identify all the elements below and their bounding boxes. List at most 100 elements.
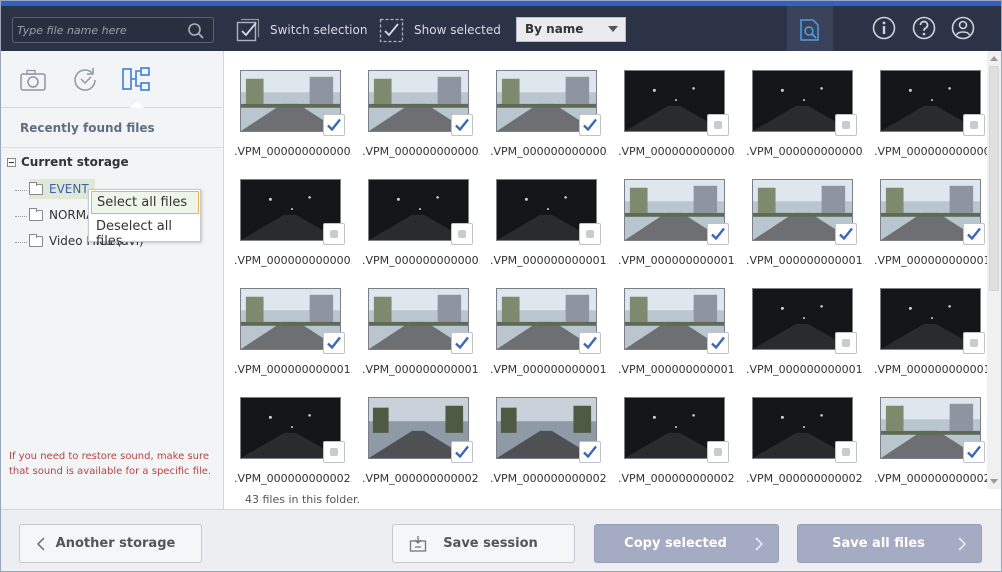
file-tile[interactable]: .VPM_000000000000... xyxy=(611,51,739,158)
file-name: .VPM_000000000002... xyxy=(234,472,352,485)
file-tile[interactable]: .VPM_000000000001... xyxy=(611,269,739,376)
file-checkbox[interactable] xyxy=(579,441,601,463)
show-selected-label: Show selected xyxy=(414,23,501,37)
save-session-button[interactable]: Save session xyxy=(392,524,575,563)
file-name: .VPM_000000000001... xyxy=(490,363,608,376)
tree-root-label: Current storage xyxy=(21,155,129,169)
scroll-down-arrow[interactable] xyxy=(990,479,998,484)
file-checkbox[interactable] xyxy=(579,114,601,136)
file-checkbox[interactable] xyxy=(835,441,857,463)
file-tile[interactable]: .VPM_000000000000... xyxy=(867,51,987,158)
file-checkbox[interactable] xyxy=(451,223,473,245)
file-name: .VPM_000000000001... xyxy=(362,363,480,376)
file-tile[interactable]: .VPM_000000000002... xyxy=(611,378,739,485)
help-icon[interactable] xyxy=(912,16,936,40)
another-storage-label: Another storage xyxy=(55,536,176,551)
file-tile[interactable]: .VPM_000000000001... xyxy=(483,269,611,376)
switch-selection-button[interactable]: Switch selection xyxy=(236,16,367,44)
file-tile[interactable]: .VPM_000000000001... xyxy=(483,160,611,267)
file-checkbox[interactable] xyxy=(707,223,729,245)
folder-icon xyxy=(29,181,43,195)
vertical-scrollbar[interactable] xyxy=(987,51,1001,489)
file-name: .VPM_000000000002... xyxy=(746,472,864,485)
file-name: .VPM_000000000002... xyxy=(874,472,987,485)
file-tile[interactable]: .VPM_000000000001... xyxy=(355,269,483,376)
file-tile[interactable]: .VPM_000000000002... xyxy=(739,378,867,485)
tree-root-current-storage[interactable]: Current storage xyxy=(7,155,129,169)
select-all-files-menu-item[interactable]: Select all files xyxy=(91,191,199,214)
file-name: .VPM_000000000001... xyxy=(490,254,608,267)
switch-selection-icon xyxy=(236,18,260,42)
file-name: .VPM_000000000001... xyxy=(746,363,864,376)
file-tile[interactable]: .VPM_000000000000... xyxy=(227,51,355,158)
file-tile[interactable]: .VPM_000000000000... xyxy=(227,160,355,267)
history-clock-icon[interactable] xyxy=(70,65,100,95)
file-checkbox[interactable] xyxy=(707,332,729,354)
file-checkbox[interactable] xyxy=(451,332,473,354)
file-tile[interactable]: .VPM_000000000000... xyxy=(483,51,611,158)
file-checkbox[interactable] xyxy=(323,441,345,463)
file-tile[interactable]: .VPM_000000000002... xyxy=(867,378,987,485)
tree-view-icon[interactable] xyxy=(121,65,151,95)
file-tile[interactable]: .VPM_000000000001... xyxy=(867,269,987,376)
file-checkbox[interactable] xyxy=(707,114,729,136)
user-account-icon[interactable] xyxy=(951,16,975,40)
tree-connector xyxy=(15,216,27,217)
file-tile[interactable]: .VPM_000000000000... xyxy=(739,51,867,158)
file-tile[interactable]: .VPM_000000000000... xyxy=(355,160,483,267)
sort-dropdown[interactable]: By name xyxy=(516,17,626,42)
file-name: .VPM_000000000000... xyxy=(234,254,352,267)
scrollbar-thumb[interactable] xyxy=(989,66,999,291)
file-tile[interactable]: .VPM_000000000001... xyxy=(227,269,355,376)
copy-selected-label: Copy selected xyxy=(624,536,727,551)
search-icon[interactable] xyxy=(187,22,205,40)
recently-found-files-link[interactable]: Recently found files xyxy=(20,121,155,135)
search-input[interactable] xyxy=(17,21,177,39)
file-tile[interactable]: .VPM_000000000002... xyxy=(483,378,611,485)
file-checkbox[interactable] xyxy=(963,223,985,245)
file-checkbox[interactable] xyxy=(451,114,473,136)
file-checkbox[interactable] xyxy=(451,441,473,463)
view-tabs xyxy=(1,51,223,108)
file-checkbox[interactable] xyxy=(835,223,857,245)
file-checkbox[interactable] xyxy=(963,114,985,136)
file-checkbox[interactable] xyxy=(707,441,729,463)
show-selected-button[interactable]: Show selected xyxy=(379,16,501,44)
tree-item-event[interactable]: EVENT xyxy=(29,179,95,199)
save-all-files-label: Save all files xyxy=(832,536,925,551)
folder-icon xyxy=(29,207,43,221)
file-name: .VPM_000000000001... xyxy=(618,363,736,376)
file-checkbox[interactable] xyxy=(579,332,601,354)
sort-value: By name xyxy=(525,22,584,36)
file-tile[interactable]: .VPM_000000000001... xyxy=(739,160,867,267)
file-tile[interactable]: .VPM_000000000002... xyxy=(355,378,483,485)
file-tile[interactable]: .VPM_000000000001... xyxy=(739,269,867,376)
file-checkbox[interactable] xyxy=(963,441,985,463)
deselect-all-files-menu-item[interactable]: Deselect all files xyxy=(91,216,199,249)
file-checkbox[interactable] xyxy=(835,332,857,354)
file-checkbox[interactable] xyxy=(323,114,345,136)
file-checkbox[interactable] xyxy=(579,223,601,245)
file-name: .VPM_000000000002... xyxy=(362,472,480,485)
file-checkbox[interactable] xyxy=(323,223,345,245)
another-storage-button[interactable]: Another storage xyxy=(19,524,202,563)
file-checkbox[interactable] xyxy=(963,332,985,354)
scroll-up-arrow[interactable] xyxy=(990,56,998,61)
copy-selected-button[interactable]: Copy selected xyxy=(594,524,779,563)
file-tile[interactable]: .VPM_000000000001... xyxy=(611,160,739,267)
info-icon[interactable] xyxy=(872,16,896,40)
file-checkbox[interactable] xyxy=(835,114,857,136)
file-tile[interactable]: .VPM_000000000000... xyxy=(355,51,483,158)
switch-selection-label: Switch selection xyxy=(270,23,368,37)
file-name: .VPM_000000000000... xyxy=(362,145,480,158)
file-name: .VPM_000000000000... xyxy=(234,145,352,158)
file-checkbox[interactable] xyxy=(323,332,345,354)
file-grid: .VPM_000000000000... .VPM_000000000000...… xyxy=(225,51,987,489)
file-tile[interactable]: .VPM_000000000002... xyxy=(227,378,355,485)
file-name: .VPM_000000000002... xyxy=(490,472,608,485)
save-all-files-button[interactable]: Save all files xyxy=(797,524,982,563)
file-tile[interactable]: .VPM_000000000001... xyxy=(867,160,987,267)
preview-toggle-button[interactable] xyxy=(787,6,833,51)
collapse-icon[interactable] xyxy=(7,157,16,167)
camera-icon[interactable] xyxy=(18,65,48,95)
